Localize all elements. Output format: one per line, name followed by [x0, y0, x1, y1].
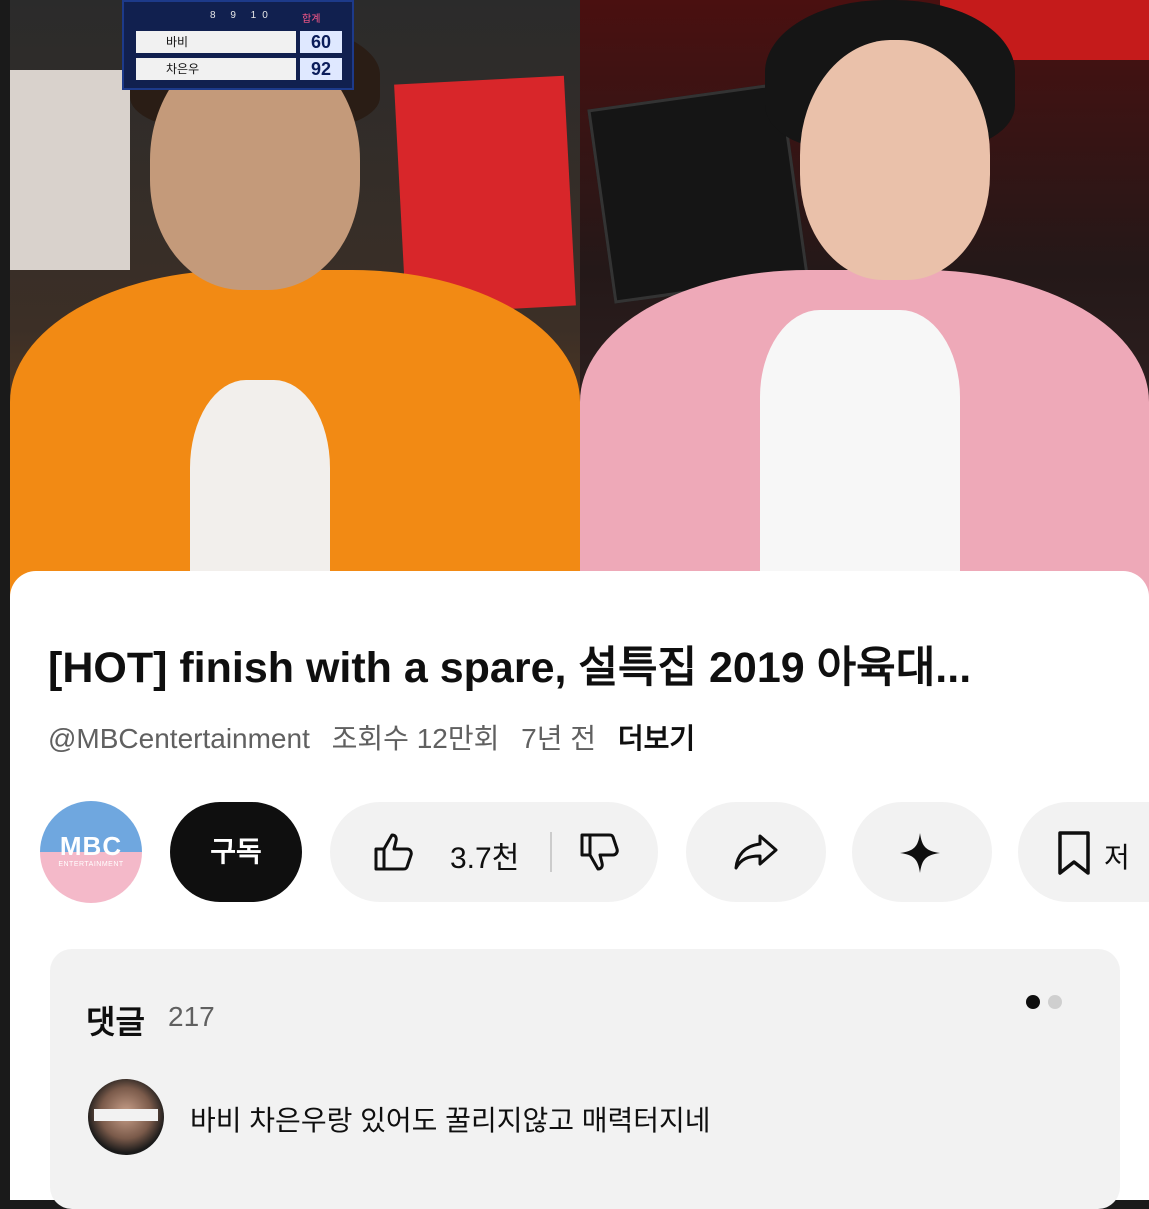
scoreboard-total-label: 합계: [302, 14, 321, 25]
channel-avatar[interactable]: MBC ENTERTAINMENT: [40, 801, 142, 903]
bookmark-icon: [1054, 830, 1094, 881]
more-link[interactable]: 더보기: [618, 723, 695, 754]
subscribe-button[interactable]: 구독: [170, 802, 302, 902]
right-person-face: [800, 40, 990, 280]
comments-count: 217: [168, 1001, 215, 1032]
like-count: 3.7천: [450, 842, 520, 875]
scoreboard-player-name: 차은우: [136, 58, 296, 80]
share-icon: [732, 832, 780, 877]
scoreboard-overlay: 8 9 10 합계 바비 60 차은우 92: [122, 0, 354, 90]
save-button[interactable]: 저: [1018, 802, 1149, 902]
comments-header: 댓글: [86, 1004, 145, 1040]
carousel-dots: [1026, 995, 1070, 1014]
video-player[interactable]: 8 9 10 합계 바비 60 차은우 92: [10, 0, 1149, 600]
action-bar: MBC ENTERTAINMENT 구독 3.7천 저: [40, 801, 1149, 903]
first-comment-text: 바비 차은우랑 있어도 꿀리지않고 매력터지네: [190, 1105, 711, 1136]
channel-logo-subtext: ENTERTAINMENT: [58, 861, 124, 868]
comments-panel[interactable]: 댓글 217 바비 차은우랑 있어도 꿀리지않고 매력터지네: [50, 949, 1120, 1209]
like-dislike-pill: 3.7천: [330, 802, 658, 902]
sparkle-icon: [898, 831, 942, 880]
commenter-avatar[interactable]: [88, 1079, 164, 1155]
video-meta: @MBCentertainment 조회수 12만회 7년 전 더보기: [48, 717, 709, 757]
avatar-blindfold: [94, 1109, 158, 1121]
remix-button[interactable]: [852, 802, 992, 902]
like-divider: [550, 832, 552, 872]
carousel-dot-active: [1026, 995, 1040, 1009]
right-person-shirt: [760, 310, 960, 600]
audience-banner: [10, 70, 130, 270]
save-label: 저: [1104, 842, 1130, 873]
scoreboard-player-score: 60: [300, 31, 342, 53]
left-person-shirt: [190, 380, 330, 600]
scoreboard-player-score: 92: [300, 58, 342, 80]
scoreboard-player-name: 바비: [136, 31, 296, 53]
view-count: 조회수 12만회: [331, 723, 500, 754]
scoreboard-rounds: 8 9 10: [210, 10, 274, 21]
share-button[interactable]: [686, 802, 826, 902]
scoreboard-row: 차은우 92: [130, 57, 346, 81]
video-title[interactable]: [HOT] finish with a spare, 설특집 2019 아육대.…: [48, 633, 1138, 695]
channel-handle[interactable]: @MBCentertainment: [48, 723, 310, 754]
carousel-dot: [1048, 995, 1062, 1009]
thumbs-up-icon[interactable]: [372, 832, 416, 877]
channel-logo-text: MBC: [59, 831, 123, 861]
thumbs-down-icon[interactable]: [578, 832, 622, 877]
video-details-sheet: [HOT] finish with a spare, 설특집 2019 아육대.…: [10, 571, 1149, 1209]
scoreboard-row: 바비 60: [130, 30, 346, 54]
upload-age: 7년 전: [521, 723, 597, 754]
